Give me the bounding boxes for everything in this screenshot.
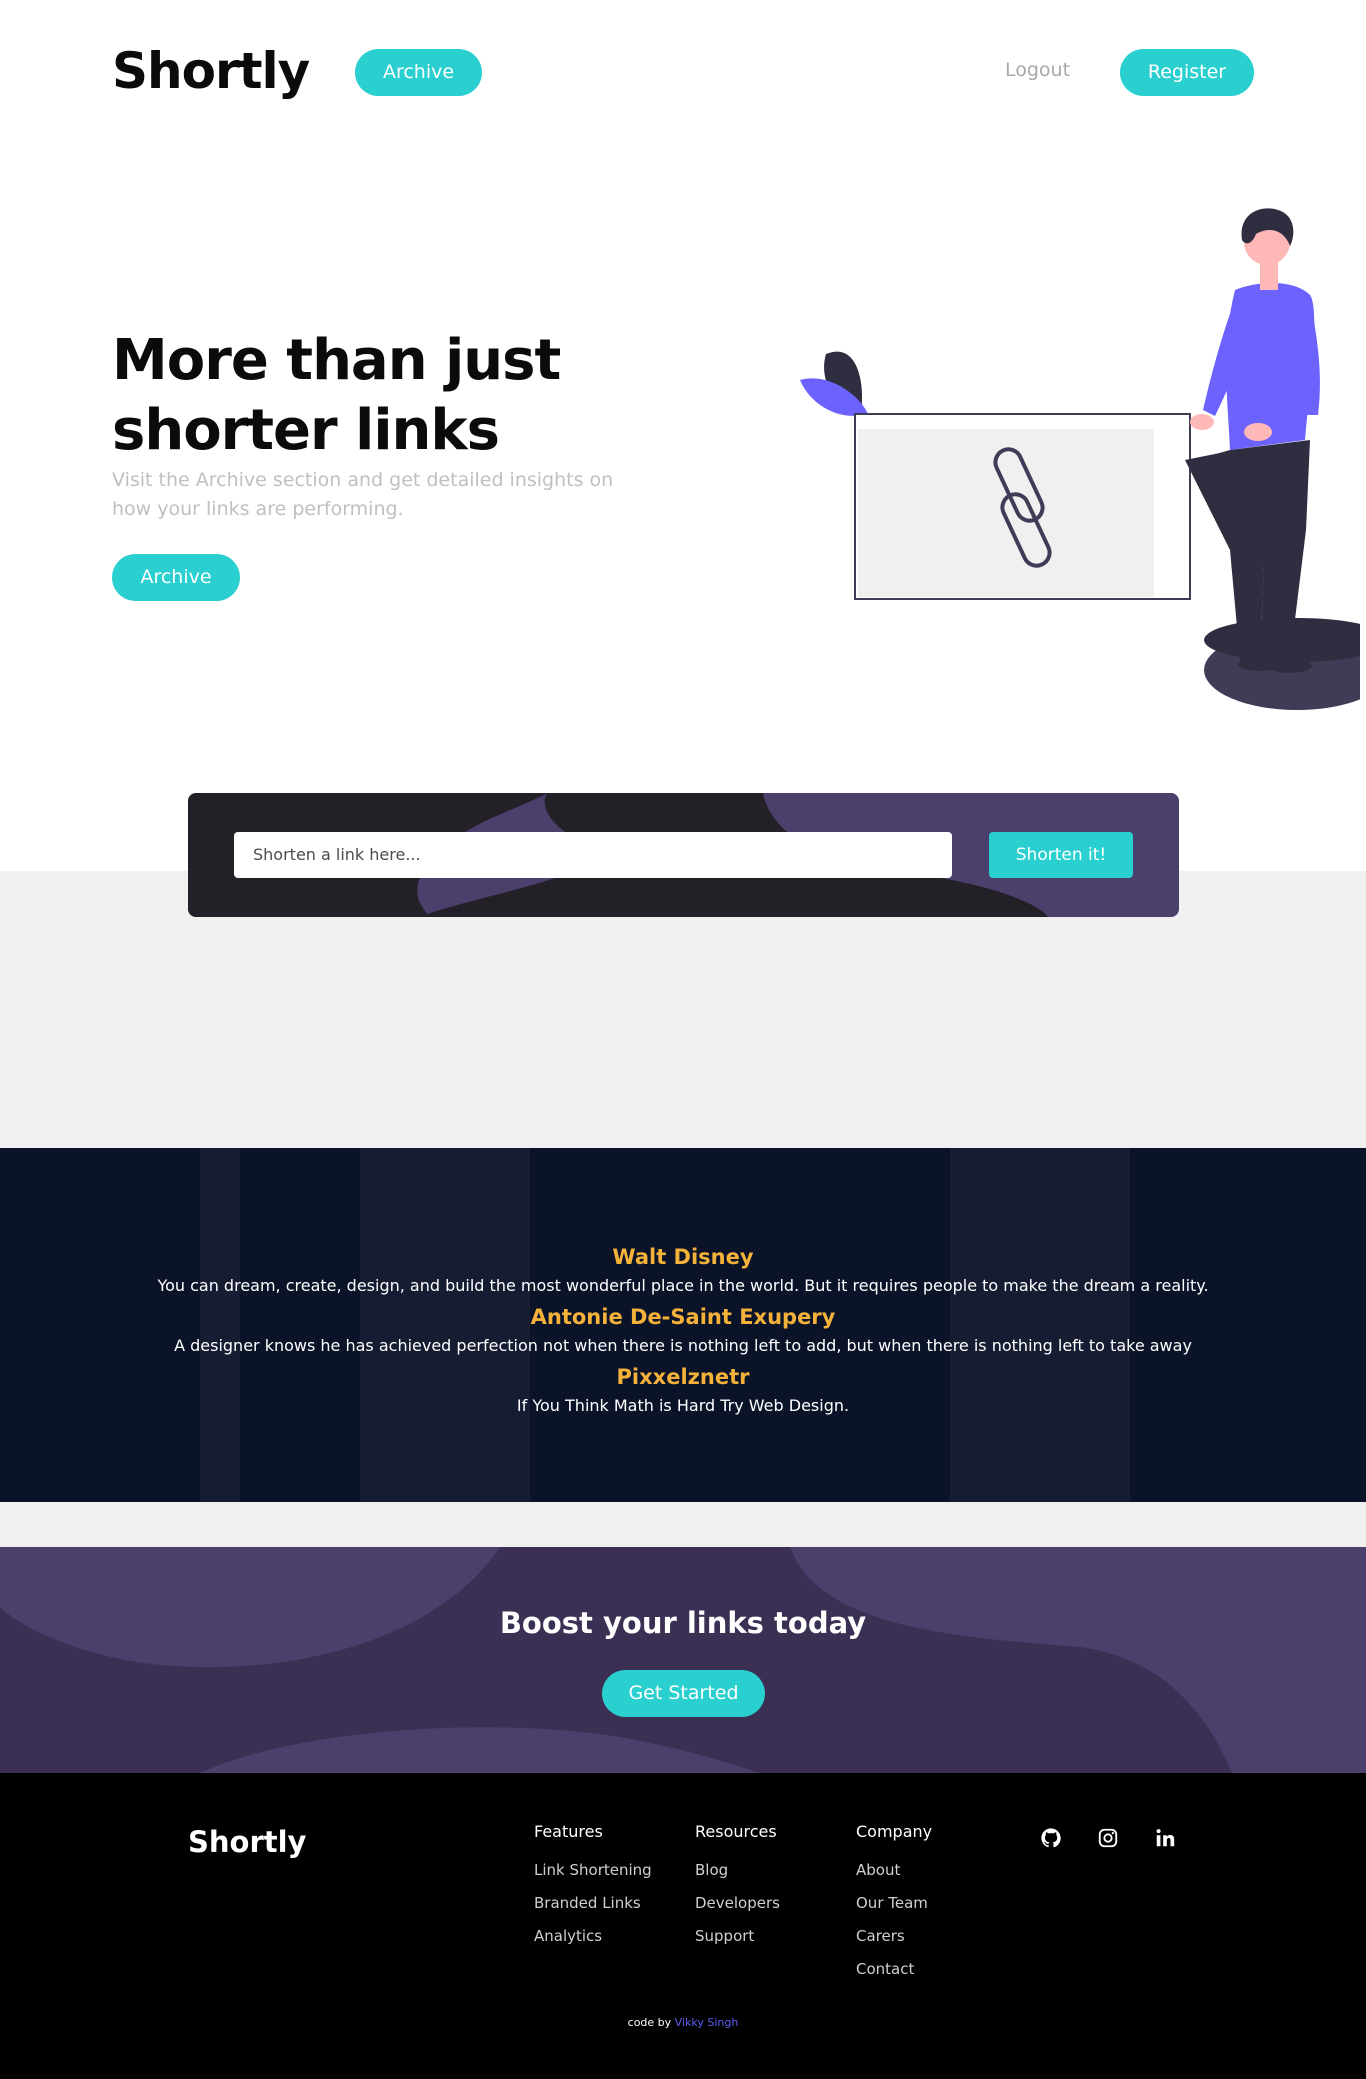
footer-column-company: Company About Our Team Carers Contact — [856, 1822, 932, 1986]
nav-register-button[interactable]: Register — [1120, 49, 1254, 96]
footer-link[interactable]: Carers — [856, 1920, 932, 1953]
hero-subtitle: Visit the Archive section and get detail… — [112, 469, 614, 520]
nav-logout-link[interactable]: Logout — [1005, 59, 1070, 81]
quote-text: You can dream, create, design, and build… — [157, 1276, 1209, 1295]
footer-logo[interactable]: Shortly — [188, 1825, 306, 1859]
quote-author: Walt Disney — [612, 1245, 754, 1269]
credit-author-link[interactable]: Vikky Singh — [675, 2016, 739, 2029]
quote-author: Pixxelznetr — [616, 1365, 750, 1389]
footer-link[interactable]: Contact — [856, 1953, 932, 1986]
footer-link[interactable]: Analytics — [534, 1920, 652, 1953]
linkedin-icon[interactable] — [1154, 1827, 1176, 1853]
quotes-section: Walt Disney You can dream, create, desig… — [0, 1148, 1366, 1502]
footer-column-heading: Company — [856, 1822, 933, 1841]
credit-prefix: code by — [627, 2016, 672, 2029]
site-logo[interactable]: Shortly — [112, 42, 310, 100]
footer-link[interactable]: Blog — [695, 1854, 780, 1887]
footer-link[interactable]: Link Shortening — [534, 1854, 652, 1887]
footer-link[interactable]: Support — [695, 1920, 780, 1953]
boost-section: Boost your links today Get Started — [0, 1547, 1366, 1773]
footer-link[interactable]: About — [856, 1854, 932, 1887]
site-footer: Shortly Features Link Shortening Branded… — [0, 1773, 1366, 2079]
footer-column-heading: Resources — [695, 1822, 777, 1841]
quote-author: Antonie De-Saint Exupery — [530, 1305, 836, 1329]
footer-link[interactable]: Developers — [695, 1887, 780, 1920]
footer-column-features: Features Link Shortening Branded Links A… — [534, 1822, 652, 1953]
github-icon[interactable] — [1040, 1827, 1062, 1853]
hero-illustration — [800, 208, 1360, 710]
instagram-icon[interactable] — [1097, 1827, 1119, 1853]
shorten-input[interactable]: Shorten a link here... — [234, 832, 952, 878]
nav-archive-button[interactable]: Archive — [355, 49, 482, 96]
social-links — [1040, 1827, 1206, 1853]
quote-text: A designer knows he has achieved perfect… — [174, 1336, 1192, 1355]
footer-column-heading: Features — [534, 1822, 603, 1841]
shorten-form: Shorten a link here... Shorten it! — [188, 793, 1179, 917]
get-started-button[interactable]: Get Started — [602, 1670, 765, 1717]
site-header: Shortly Archive Logout Register — [0, 0, 1366, 145]
footer-credit: code by Vikky Singh — [0, 2016, 1366, 2029]
boost-background-shape — [0, 1547, 1366, 1773]
shorten-button[interactable]: Shorten it! — [989, 832, 1133, 878]
footer-link[interactable]: Our Team — [856, 1887, 932, 1920]
hero-title: More than just shorter links — [112, 328, 561, 463]
hero-archive-button[interactable]: Archive — [112, 554, 240, 601]
footer-link[interactable]: Branded Links — [534, 1887, 652, 1920]
boost-title: Boost your links today — [499, 1606, 867, 1640]
quotes-list: Walt Disney You can dream, create, desig… — [0, 1240, 1366, 1420]
browser-content — [858, 429, 1154, 597]
quote-text: If You Think Math is Hard Try Web Design… — [516, 1396, 850, 1415]
footer-column-resources: Resources Blog Developers Support — [695, 1822, 780, 1953]
